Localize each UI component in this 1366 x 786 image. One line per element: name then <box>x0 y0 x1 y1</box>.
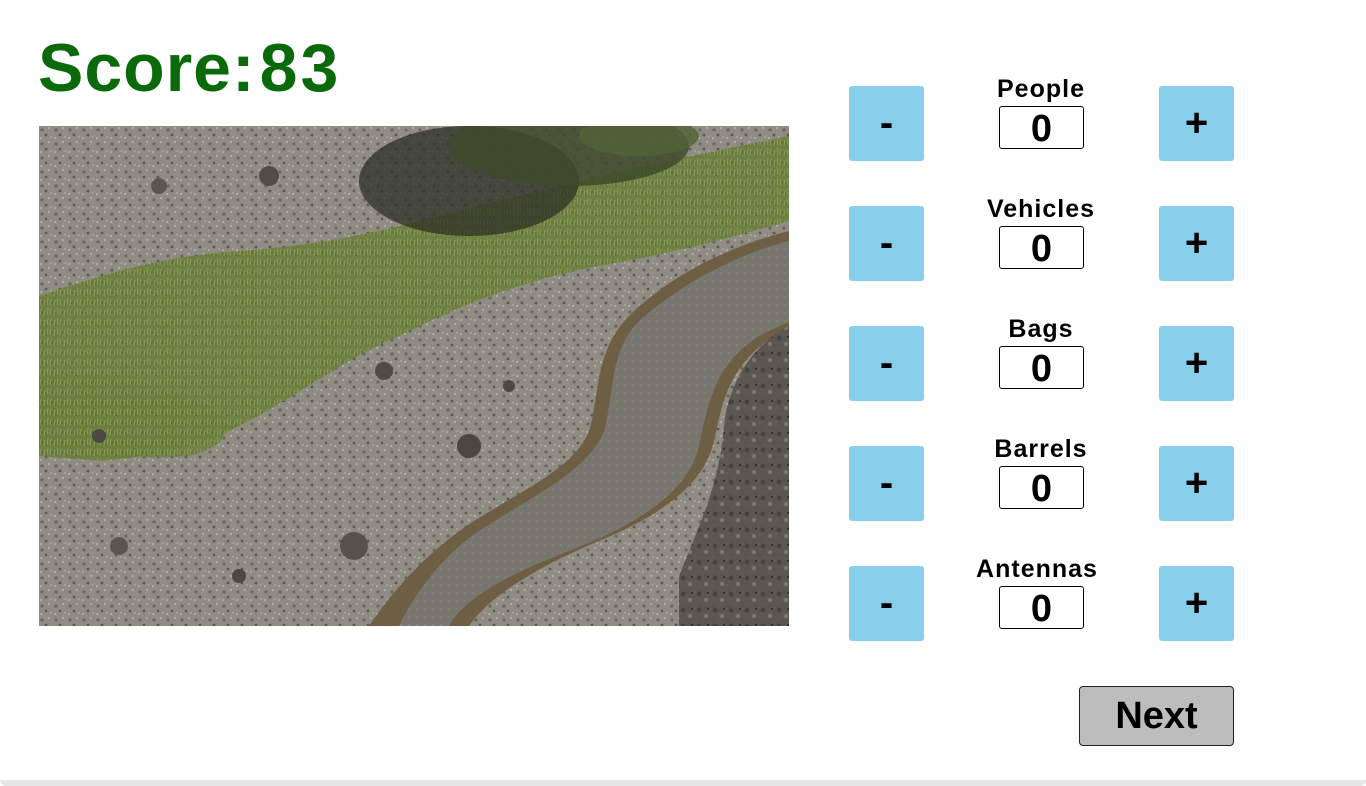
score-value: 83 <box>259 30 342 106</box>
vehicles-count: 0 <box>999 226 1084 270</box>
window-bottom-edge <box>0 780 1366 786</box>
antennas-label: Antennas <box>976 555 1098 583</box>
score-display: Score:83 <box>38 30 341 106</box>
people-minus-button[interactable]: - <box>849 86 924 161</box>
vehicles-label: Vehicles <box>986 195 1096 223</box>
people-label: People <box>997 75 1085 103</box>
barrels-plus-button[interactable]: + <box>1159 446 1234 521</box>
score-label: Score: <box>38 30 256 106</box>
antennas-count: 0 <box>999 586 1084 630</box>
vehicles-minus-button[interactable]: - <box>849 206 924 281</box>
barrels-count: 0 <box>999 466 1084 510</box>
bags-plus-button[interactable]: + <box>1159 326 1234 401</box>
antennas-minus-button[interactable]: - <box>849 566 924 641</box>
next-button[interactable]: Next <box>1079 686 1234 746</box>
bags-label: Bags <box>1008 315 1074 343</box>
game-frame: Score:83 - People 0 + - Vehicles 0 + - B… <box>0 0 1366 786</box>
people-count: 0 <box>999 106 1084 150</box>
barrels-minus-button[interactable]: - <box>849 446 924 521</box>
bags-minus-button[interactable]: - <box>849 326 924 401</box>
vehicles-plus-button[interactable]: + <box>1159 206 1234 281</box>
barrels-label: Barrels <box>994 435 1088 463</box>
people-plus-button[interactable]: + <box>1159 86 1234 161</box>
aerial-terrain-image <box>39 126 789 626</box>
bags-count: 0 <box>999 346 1084 390</box>
antennas-plus-button[interactable]: + <box>1159 566 1234 641</box>
